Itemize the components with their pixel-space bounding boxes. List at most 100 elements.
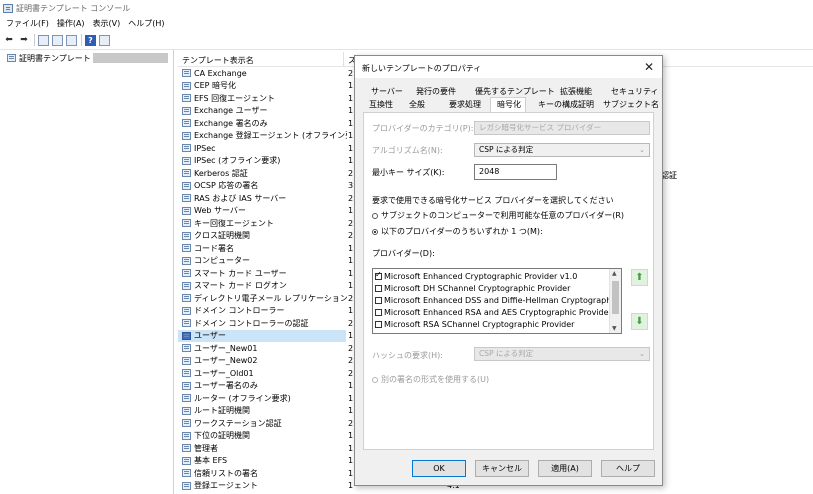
menu-view[interactable]: 表示(V) bbox=[93, 18, 121, 29]
export-list-icon[interactable] bbox=[66, 34, 77, 46]
tab-server[interactable]: サーバー bbox=[371, 86, 403, 97]
tab-issuance-requirements[interactable]: 発行の要件 bbox=[416, 86, 456, 97]
provider-list-item[interactable]: Microsoft RSA SChannel Cryptographic Pro… bbox=[375, 318, 574, 330]
template-schema-version: 2 bbox=[348, 293, 354, 303]
chevron-down-icon: ⌄ bbox=[639, 350, 645, 358]
apply-button[interactable]: 適用(A) bbox=[538, 460, 592, 477]
radio-selected-icon bbox=[372, 228, 378, 235]
checkbox-unchecked-icon[interactable] bbox=[375, 284, 382, 292]
template-name: スマート カード ユーザー bbox=[194, 268, 287, 278]
scroll-up-icon[interactable]: ▲ bbox=[612, 270, 617, 277]
template-schema-version: 1 bbox=[348, 206, 354, 215]
algorithm-name-value: CSP による判定 bbox=[479, 145, 534, 154]
provider-name: Microsoft Enhanced RSA and AES Cryptogra… bbox=[384, 307, 612, 317]
template-schema-version: 1 bbox=[348, 156, 354, 165]
tab-extensions[interactable]: 拡張機能 bbox=[560, 86, 592, 97]
template-name: 管理者 bbox=[194, 443, 218, 453]
provider-category-select[interactable]: レガシ暗号化サービス プロバイダー bbox=[474, 121, 650, 135]
template-name: ユーザー_New02 bbox=[194, 356, 258, 365]
tab-general[interactable]: 全般 bbox=[409, 99, 425, 110]
hash-request-label: ハッシュの要求(H): bbox=[372, 351, 443, 360]
tab-security[interactable]: セキュリティ bbox=[611, 86, 659, 97]
provider-list-item[interactable]: Microsoft DH SChannel Cryptographic Prov… bbox=[375, 282, 570, 294]
provider-list-item[interactable]: Microsoft Enhanced DSS and Diffie-Hellma… bbox=[375, 294, 621, 306]
tab-superseded-templates[interactable]: 優先するテンプレート bbox=[475, 86, 555, 97]
template-schema-version: 2 bbox=[348, 343, 354, 353]
tab-compatibility[interactable]: 互換性 bbox=[369, 99, 393, 110]
close-icon[interactable]: ✕ bbox=[644, 60, 654, 74]
template-schema-version: 2 bbox=[348, 418, 354, 428]
provider-list[interactable]: Microsoft Enhanced Cryptographic Provide… bbox=[372, 268, 622, 334]
help-button[interactable]: ヘルプ bbox=[601, 460, 655, 477]
properties-icon[interactable] bbox=[52, 34, 63, 46]
template-name: ルーター (オフライン要求) bbox=[194, 393, 291, 403]
template-name: キー回復エージェント bbox=[194, 218, 274, 228]
template-name: ユーザー署名のみ bbox=[194, 381, 258, 390]
template-schema-version: 2 bbox=[348, 193, 354, 203]
min-key-size-input[interactable]: 2048 bbox=[474, 164, 557, 180]
menu-bar: ファイル(F) 操作(A) 表示(V) ヘルプ(H) bbox=[0, 16, 813, 30]
checkbox-unchecked-icon[interactable] bbox=[375, 308, 382, 316]
mmc-icon[interactable] bbox=[99, 34, 110, 46]
help-icon[interactable]: ? bbox=[85, 34, 96, 46]
cancel-button[interactable]: キャンセル bbox=[475, 460, 529, 477]
column-divider[interactable] bbox=[343, 52, 344, 66]
menu-action[interactable]: 操作(A) bbox=[57, 18, 85, 29]
certificate-template-icon bbox=[182, 319, 191, 327]
certificate-template-icon bbox=[182, 269, 191, 277]
move-up-button[interactable]: ⬆ bbox=[631, 269, 648, 286]
scroll-down-icon[interactable]: ▼ bbox=[612, 325, 617, 332]
template-schema-version: 1 bbox=[348, 268, 354, 278]
alternate-signature-option[interactable]: 別の署名の形式を使用する(U) bbox=[372, 374, 489, 385]
checkbox-unchecked-icon[interactable] bbox=[375, 296, 382, 304]
dialog-title-bar: 新しいテンプレートのプロパティ ✕ bbox=[355, 56, 662, 78]
certificate-template-icon bbox=[182, 169, 191, 177]
certificate-template-icon bbox=[182, 481, 191, 490]
provider-category-value: レガシ暗号化サービス プロバイダー bbox=[479, 123, 602, 132]
template-schema-version: 2 bbox=[348, 218, 354, 228]
certificate-template-icon bbox=[182, 144, 191, 152]
template-schema-version: 2 bbox=[348, 356, 354, 365]
back-arrow-icon[interactable]: ⬅ bbox=[3, 34, 15, 46]
template-name: 信頼リストの署名 bbox=[194, 468, 258, 478]
template-name: Exchange 登録エージェント (オフライン要求) bbox=[194, 131, 347, 140]
following-provider-radio[interactable]: 以下のプロバイダーのうちいずれか 1 つ(M): bbox=[372, 226, 543, 237]
move-down-button[interactable]: ⬇ bbox=[631, 313, 648, 330]
certificate-template-icon bbox=[182, 356, 191, 365]
menu-file[interactable]: ファイル(F) bbox=[6, 18, 49, 29]
toolbar-divider bbox=[34, 34, 35, 46]
template-schema-version: 2 bbox=[348, 368, 354, 378]
provider-list-item[interactable]: Microsoft Enhanced Cryptographic Provide… bbox=[375, 270, 577, 282]
template-name: IPSec (オフライン要求) bbox=[194, 156, 281, 165]
template-schema-version: 1 bbox=[348, 393, 354, 403]
checkbox-unchecked-icon[interactable] bbox=[375, 320, 382, 328]
scroll-thumb[interactable] bbox=[612, 281, 619, 314]
tree-item-certificate-templates[interactable]: 証明書テンプレート bbox=[3, 52, 168, 64]
tab-request-handling[interactable]: 要求処理 bbox=[449, 99, 481, 110]
provider-list-item[interactable]: Microsoft Enhanced RSA and AES Cryptogra… bbox=[375, 306, 612, 318]
show-hide-console-tree-icon[interactable] bbox=[38, 34, 49, 46]
template-name: ユーザー bbox=[194, 331, 226, 340]
provider-name: Microsoft RSA SChannel Cryptographic Pro… bbox=[384, 319, 575, 329]
checkbox-checked-icon[interactable] bbox=[375, 270, 382, 280]
template-schema-version: 1 bbox=[348, 306, 354, 315]
tab-cryptography[interactable]: 暗号化 bbox=[497, 99, 521, 110]
ok-button[interactable]: OK bbox=[412, 460, 466, 477]
any-provider-radio[interactable]: サブジェクトのコンピューターで利用可能な任意のプロバイダー(R) bbox=[372, 210, 624, 221]
menu-help[interactable]: ヘルプ(H) bbox=[128, 18, 164, 29]
template-name: ドメイン コントローラーの認証 bbox=[194, 318, 309, 328]
hash-request-select[interactable]: CSP による判定 ⌄ bbox=[474, 347, 650, 361]
tab-key-attestation[interactable]: キーの構成証明 bbox=[538, 99, 594, 110]
template-name: クロス証明機関 bbox=[194, 231, 250, 240]
certificate-template-icon bbox=[182, 344, 191, 352]
hash-request-value: CSP による判定 bbox=[479, 349, 534, 358]
forward-arrow-icon[interactable]: ➡ bbox=[18, 34, 30, 46]
template-name: Kerberos 認証 bbox=[194, 168, 248, 178]
provider-list-scrollbar[interactable]: ▲ ▼ bbox=[609, 269, 621, 333]
column-header-name[interactable]: テンプレート表示名 bbox=[182, 55, 254, 66]
template-schema-version: 2 bbox=[348, 318, 354, 328]
algorithm-name-select[interactable]: CSP による判定 ⌄ bbox=[474, 143, 650, 157]
template-name: Web サーバー bbox=[194, 206, 246, 215]
table-row[interactable]: ユーザー 1 bbox=[178, 329, 353, 342]
tab-subject-name[interactable]: サブジェクト名 bbox=[603, 99, 659, 110]
